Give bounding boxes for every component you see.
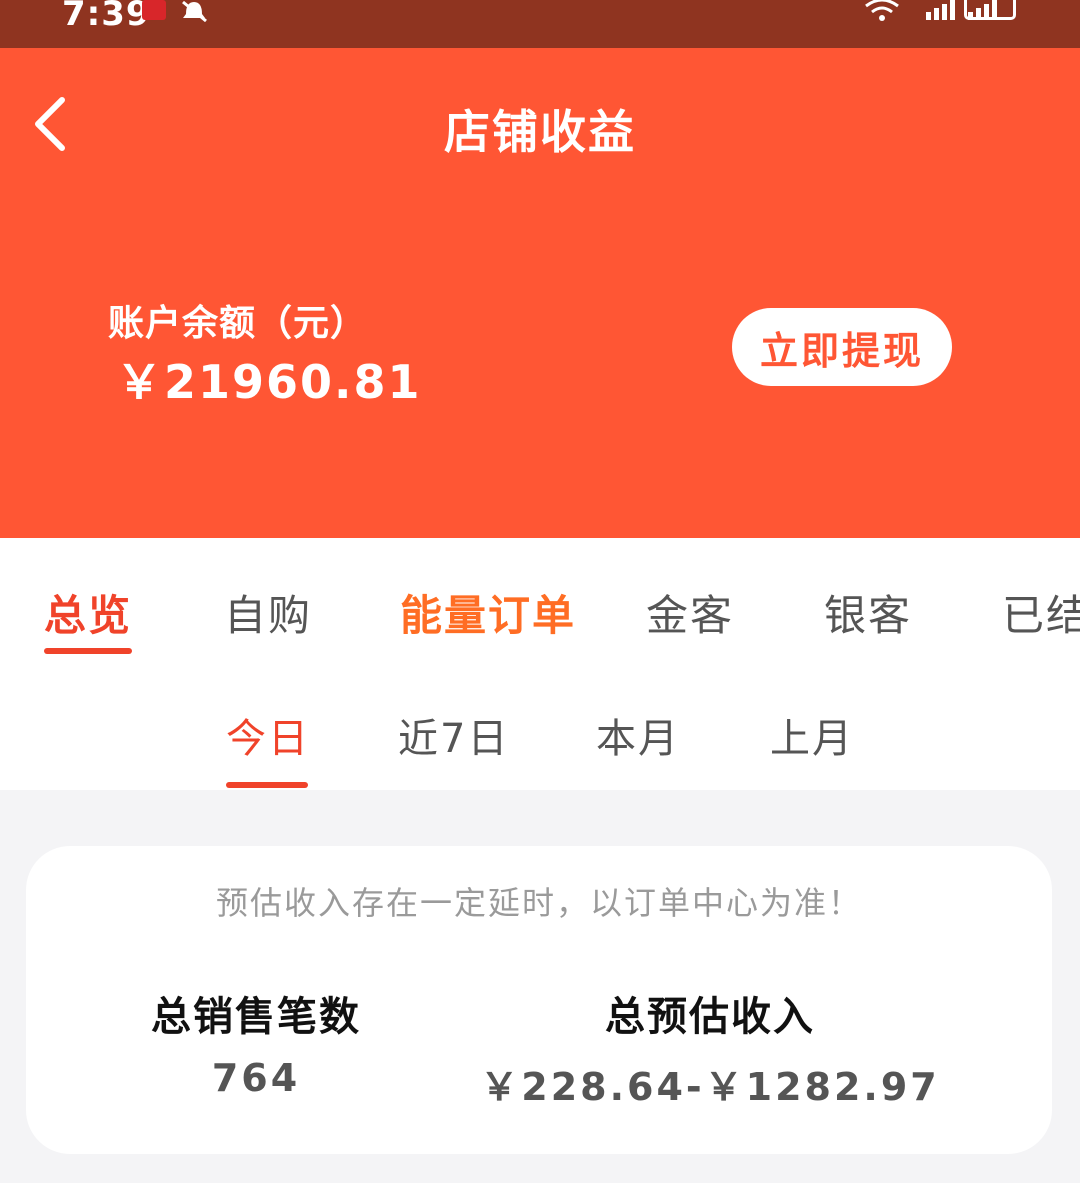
- earnings-header: 店铺收益 账户余额（元） ￥21960.81 立即提现: [0, 48, 1080, 538]
- mute-bell-icon: [182, 0, 207, 22]
- balance-amount: ￥21960.81: [116, 355, 422, 409]
- status-time: 7:39: [62, 0, 151, 34]
- app-badge-icon: [142, 0, 166, 20]
- wifi-icon: [865, 0, 899, 21]
- tab-overview[interactable]: 总览: [44, 582, 132, 643]
- subtab-this-month[interactable]: 本月: [596, 706, 680, 764]
- delay-notice: 预估收入存在一定延时，以订单中心为准！: [215, 884, 862, 922]
- total-income-value: ￥228.64-￥1282.97: [480, 1065, 940, 1109]
- subtab-last-month[interactable]: 上月: [770, 706, 854, 764]
- tab-silver-customers[interactable]: 银客: [824, 582, 912, 643]
- battery-icon: [964, 0, 1016, 20]
- tabs-panel: 总览 自购 能量订单 金客 银客 已结 今日 近7日 本月 上月: [0, 538, 1080, 790]
- total-sales-value: 764: [211, 1056, 301, 1100]
- total-sales-label: 总销售笔数: [151, 994, 361, 1040]
- page-title: 店铺收益: [444, 105, 636, 159]
- tab-overview-underline: [44, 648, 132, 654]
- tab-self-purchase[interactable]: 自购: [224, 582, 312, 643]
- signal-icon: [926, 0, 955, 20]
- balance-label: 账户余额（元）: [108, 303, 368, 344]
- summary-card: 预估收入存在一定延时，以订单中心为准！ 总销售笔数 764 总预估收入 ￥228…: [26, 846, 1052, 1154]
- subtab-last-7-days[interactable]: 近7日: [398, 706, 509, 764]
- status-bar: 7:39: [0, 0, 1080, 48]
- tab-gold-customers[interactable]: 金客: [646, 582, 734, 643]
- total-income-label: 总预估收入: [605, 994, 815, 1040]
- tab-energy-orders[interactable]: 能量订单: [400, 582, 576, 643]
- subtab-today[interactable]: 今日: [226, 706, 310, 764]
- subtab-today-underline: [226, 782, 308, 788]
- tab-settled[interactable]: 已结: [1002, 582, 1080, 643]
- withdraw-button[interactable]: 立即提现: [732, 308, 952, 386]
